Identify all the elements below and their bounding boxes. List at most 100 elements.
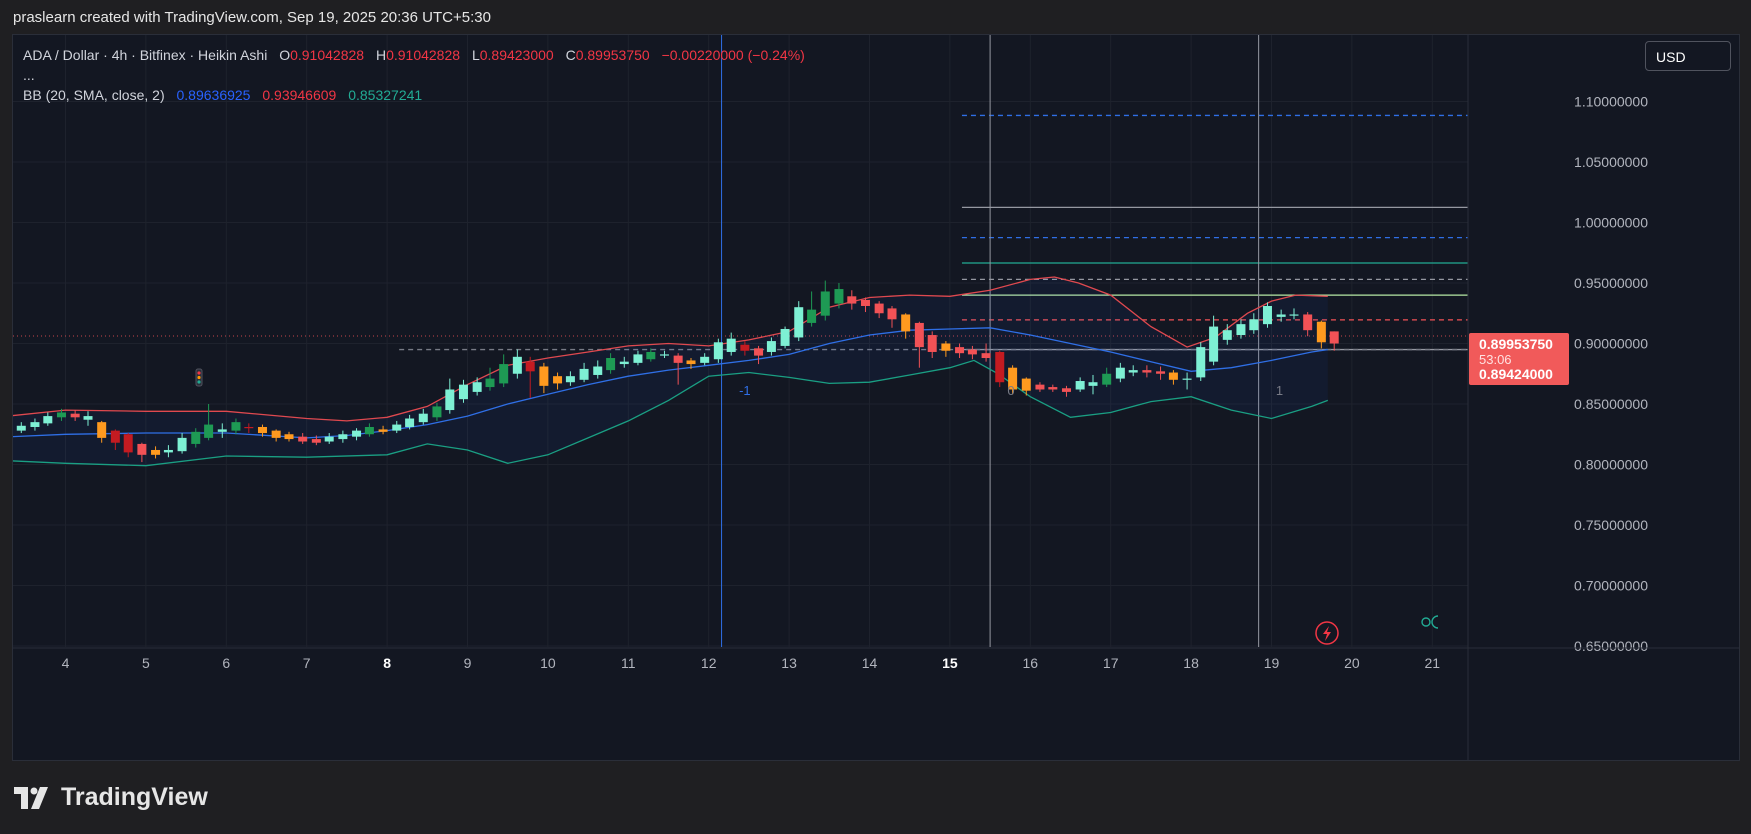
time-tick-label: 8 bbox=[383, 655, 391, 671]
candle-body bbox=[593, 366, 603, 375]
candle-body bbox=[807, 309, 817, 323]
signal-icon-amber bbox=[197, 375, 201, 380]
time-tick-label: 21 bbox=[1425, 655, 1441, 671]
candle-body bbox=[43, 416, 53, 424]
candle-body bbox=[780, 328, 790, 346]
candle-body bbox=[1142, 370, 1152, 373]
candle-body bbox=[70, 413, 80, 418]
candle-body bbox=[352, 430, 362, 437]
candle-body bbox=[1303, 314, 1313, 331]
price-tick-label: 0.65000000 bbox=[1574, 638, 1648, 654]
candle-body bbox=[995, 351, 1005, 383]
candle-body bbox=[512, 356, 522, 374]
candle-body bbox=[914, 322, 924, 348]
candle-body bbox=[418, 413, 428, 423]
candle-body bbox=[445, 389, 455, 411]
candle-body bbox=[981, 353, 991, 359]
candle-body bbox=[204, 424, 214, 438]
time-tick-label: 9 bbox=[464, 655, 472, 671]
bb-lower-value: 0.85327241 bbox=[348, 87, 423, 103]
candle-body bbox=[298, 436, 308, 442]
high-label: H bbox=[375, 47, 387, 63]
candle-body bbox=[177, 437, 187, 452]
time-tick-label: 10 bbox=[540, 655, 556, 671]
candle-body bbox=[163, 449, 173, 453]
candle-body bbox=[901, 314, 911, 332]
signal-icon-green bbox=[197, 380, 201, 384]
price-tick-label: 0.95000000 bbox=[1574, 275, 1648, 291]
candle-body bbox=[244, 426, 254, 429]
low-value: 0.89423000 bbox=[479, 47, 554, 63]
low-label: L bbox=[471, 47, 480, 63]
candle-body bbox=[16, 425, 26, 431]
candle-body bbox=[1316, 321, 1326, 343]
candle-body bbox=[834, 289, 844, 304]
candle-body bbox=[565, 376, 575, 383]
price-tick-label: 0.70000000 bbox=[1574, 578, 1648, 594]
price-tick-label: 1.10000000 bbox=[1574, 94, 1648, 110]
candle-body bbox=[83, 416, 93, 420]
candle-body bbox=[686, 360, 696, 365]
tradingview-logo-icon bbox=[14, 786, 48, 809]
bar-countdown-label: 53:06 bbox=[1479, 352, 1512, 367]
candle-body bbox=[941, 343, 951, 351]
candle-body bbox=[1236, 324, 1246, 336]
candle-body bbox=[271, 430, 281, 438]
candle-body bbox=[499, 364, 509, 384]
close-value: 0.89953750 bbox=[575, 47, 650, 63]
candle-body bbox=[1156, 371, 1166, 374]
time-tick-label: 15 bbox=[942, 655, 958, 671]
candle-body bbox=[1262, 305, 1272, 325]
candle-body bbox=[927, 335, 937, 352]
time-tick-label: 12 bbox=[701, 655, 717, 671]
candle-body bbox=[472, 382, 482, 392]
candle-body bbox=[1035, 384, 1045, 390]
candle-body bbox=[726, 338, 736, 352]
candle-body bbox=[1102, 373, 1112, 385]
candle-body bbox=[713, 342, 723, 360]
candle-body bbox=[257, 426, 267, 434]
candle-body bbox=[579, 368, 589, 380]
candle-body bbox=[97, 422, 107, 438]
candle-body bbox=[955, 347, 965, 354]
candle-body bbox=[1128, 370, 1138, 373]
price-chart[interactable]: -1 0 1 1.10000000 1.05000000 1.00000000 0.950… bbox=[13, 35, 1739, 760]
candle-body bbox=[633, 354, 643, 363]
bb-basis-value: 0.89636925 bbox=[176, 87, 251, 103]
candle-body bbox=[1182, 378, 1192, 380]
symbol-title[interactable]: ADA / Dollar · 4h · Bitfinex · Heikin As… bbox=[23, 47, 267, 63]
candle-body bbox=[191, 431, 201, 444]
price-tick-label: 0.85000000 bbox=[1574, 396, 1648, 412]
candle-body bbox=[525, 361, 535, 372]
more-indicators[interactable]: ... bbox=[23, 65, 805, 85]
chart-panel[interactable]: -1 0 1 1.10000000 1.05000000 1.00000000 0.950… bbox=[12, 34, 1740, 761]
currency-button[interactable]: USD bbox=[1645, 41, 1731, 71]
candle-body bbox=[1209, 326, 1219, 362]
candle-body bbox=[673, 355, 683, 363]
candle-body bbox=[619, 361, 629, 365]
change-value: −0.00220000 (−0.24%) bbox=[661, 47, 805, 63]
candle-body bbox=[1021, 378, 1031, 391]
candle-body bbox=[1075, 381, 1085, 390]
open-label: O bbox=[279, 47, 291, 63]
candle-body bbox=[1196, 347, 1206, 378]
candle-body bbox=[217, 429, 227, 432]
candle-body bbox=[364, 426, 374, 435]
bb-indicator-label[interactable]: BB (20, SMA, close, 2) bbox=[23, 87, 165, 103]
time-tick-label: 4 bbox=[62, 655, 70, 671]
candle-body bbox=[56, 412, 66, 418]
candle-body bbox=[967, 349, 977, 355]
price-tick-label: 0.75000000 bbox=[1574, 517, 1648, 533]
candle-body bbox=[1276, 314, 1286, 317]
candle-body bbox=[700, 356, 710, 363]
candle-body bbox=[432, 406, 442, 418]
candle-body bbox=[458, 384, 468, 400]
time-tick-label: 5 bbox=[142, 655, 150, 671]
candle-body bbox=[123, 434, 133, 453]
candle-body bbox=[1249, 319, 1259, 331]
time-tick-label: 17 bbox=[1103, 655, 1119, 671]
time-tick-label: 14 bbox=[862, 655, 878, 671]
cycle-label: -1 bbox=[739, 383, 751, 398]
candle-body bbox=[766, 341, 776, 352]
high-value: 0.91042828 bbox=[386, 47, 461, 63]
